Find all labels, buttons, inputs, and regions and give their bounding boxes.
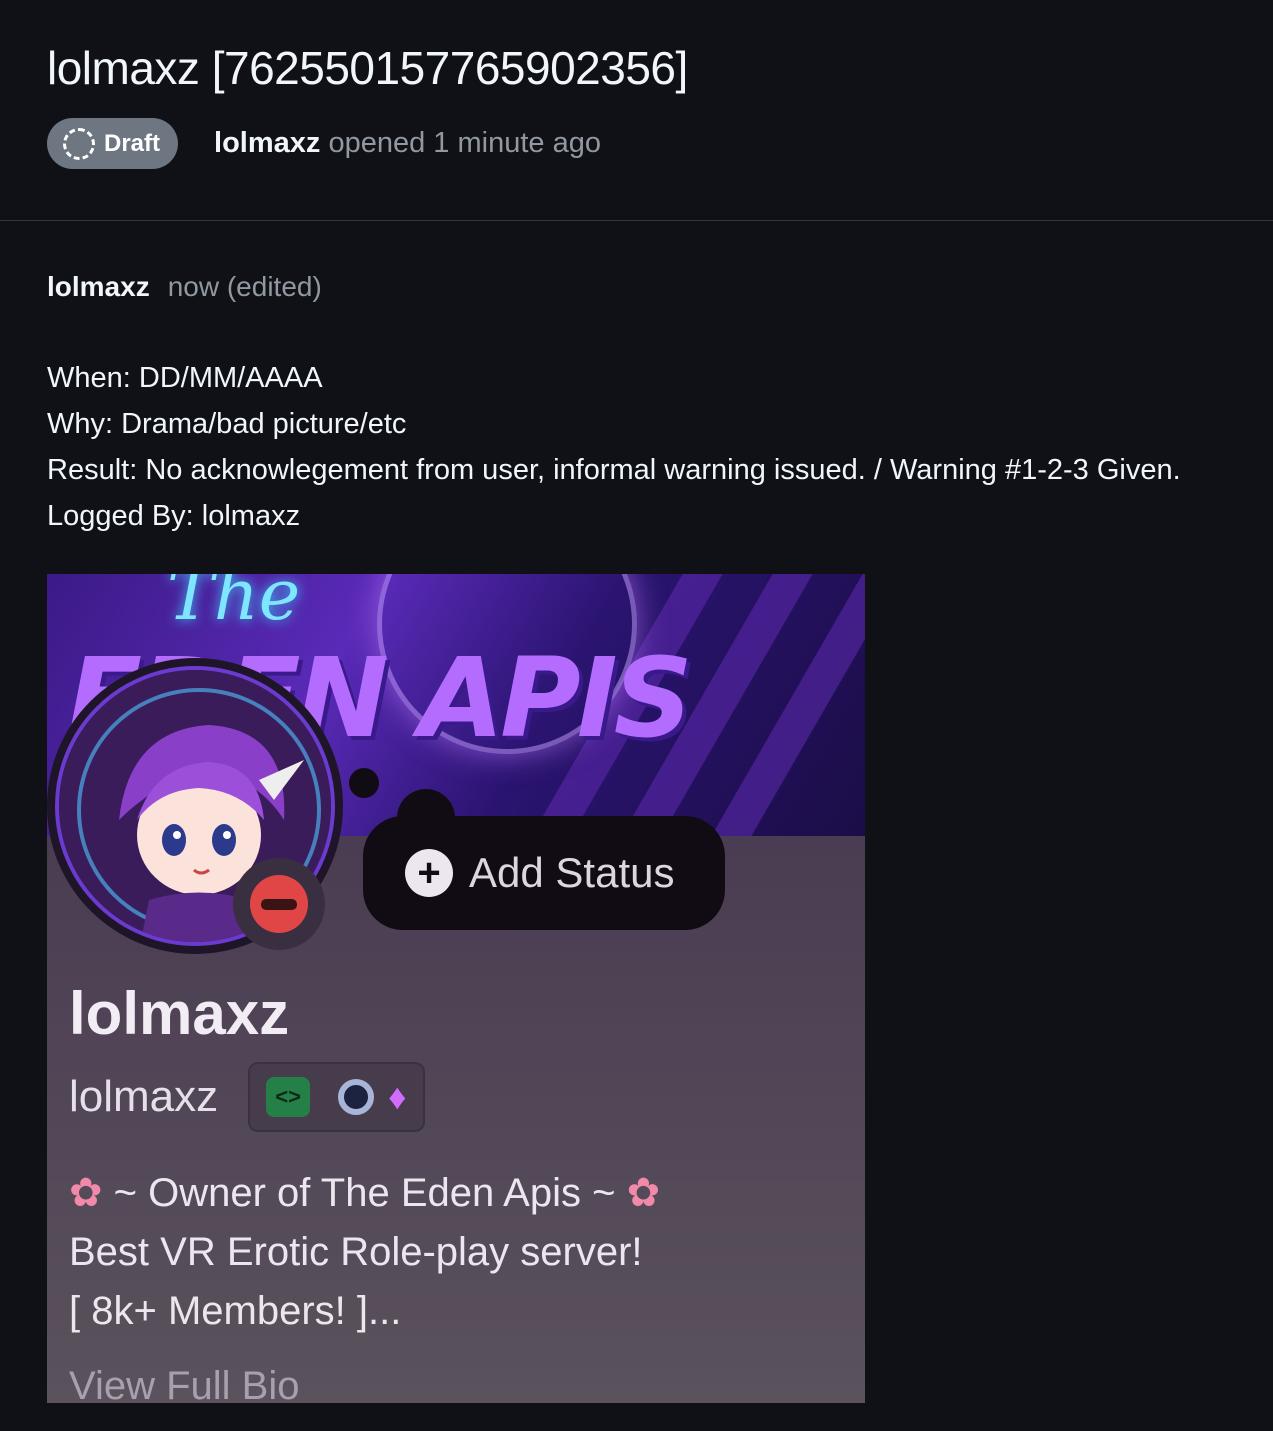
draft-badge: Draft <box>47 118 179 169</box>
comment-body: When: DD/MM/AAAA Why: Drama/bad picture/… <box>47 355 1226 539</box>
cherry-blossom-icon: ✿ <box>69 1171 103 1215</box>
dnd-status-icon <box>233 858 325 950</box>
badge-list: <> ♦ <box>248 1062 425 1132</box>
banner-script-text: The <box>167 574 301 636</box>
plus-icon: + <box>405 849 453 897</box>
comment-header: lolmaxz now (edited) <box>47 271 1226 303</box>
comment-author[interactable]: lolmaxz <box>47 271 150 303</box>
profile-card-image[interactable]: The EDEN APIS + Add Status lolmaxz lolma… <box>47 574 865 1403</box>
opened-info: lolmaxz opened 1 minute ago <box>214 127 601 160</box>
add-status-label: Add Status <box>469 849 675 896</box>
handle-row: lolmaxz <> ♦ <box>69 1062 425 1132</box>
comment-line-result: Result: No acknowlegement from user, inf… <box>47 454 1181 486</box>
comment: lolmaxz now (edited) When: DD/MM/AAAA Wh… <box>0 221 1273 1403</box>
issue-title: lolmaxz [762550157765902356] <box>47 42 688 94</box>
gem-badge-icon[interactable]: ♦ <box>388 1076 406 1118</box>
view-full-bio-link[interactable]: View Full Bio <box>69 1364 299 1403</box>
profile-display-name: lolmaxz <box>69 980 290 1047</box>
comment-time[interactable]: now (edited) <box>168 271 322 303</box>
cherry-blossom-icon: ✿ <box>626 1171 661 1215</box>
issue-meta: Draft lolmaxz opened 1 minute ago <box>47 118 1226 169</box>
draft-label: Draft <box>104 129 161 157</box>
comment-line-logged-by: Logged By: lolmaxz <box>47 500 301 532</box>
issue-header: lolmaxz [762550157765902356] Draft lolma… <box>0 0 1273 221</box>
profile-bio: ✿ ~ Owner of The Eden Apis ~ ✿ Best VR E… <box>69 1164 660 1341</box>
thought-bubble-small <box>349 768 379 798</box>
opened-user-link[interactable]: lolmaxz <box>214 127 320 159</box>
comment-line-when: When: DD/MM/AAAA <box>47 362 323 394</box>
opened-text: opened 1 minute ago <box>328 127 601 159</box>
quest-orb-badge-icon[interactable] <box>324 1077 375 1117</box>
bio-line-2: Best VR Erotic Role-play server! <box>69 1230 643 1274</box>
draft-icon <box>63 127 95 160</box>
bio-line-1: ✿ ~ Owner of The Eden Apis ~ ✿ <box>69 1171 661 1215</box>
profile-username: lolmaxz <box>69 1072 219 1121</box>
add-status-button[interactable]: + Add Status <box>363 816 725 930</box>
comment-line-why: Why: Drama/bad picture/etc <box>47 408 407 440</box>
bio-line-3: [ 8k+ Members! ]... <box>69 1289 402 1333</box>
developer-badge-icon[interactable]: <> <box>266 1077 311 1117</box>
